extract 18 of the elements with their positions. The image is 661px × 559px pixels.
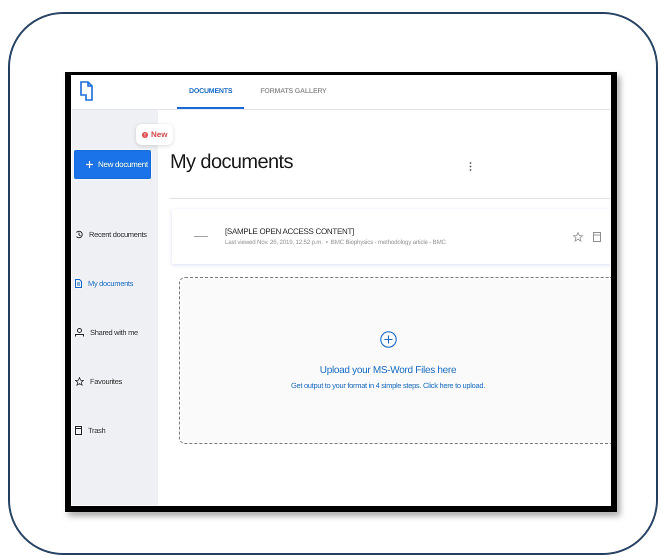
alert-icon <box>142 132 148 138</box>
document-icon <box>75 279 82 288</box>
document-logo-icon <box>79 81 93 101</box>
page-title: My documents <box>170 150 293 174</box>
star-icon <box>75 377 84 386</box>
add-circle-icon <box>380 331 396 348</box>
document-title: [SAMPLE OPEN ACCESS CONTENT] <box>225 227 355 236</box>
document-thumbnail-icon <box>194 235 208 238</box>
people-icon <box>75 328 84 337</box>
trash-icon[interactable] <box>593 232 601 242</box>
history-icon <box>75 230 83 239</box>
star-icon[interactable] <box>573 232 583 242</box>
new-badge: New <box>136 124 174 145</box>
plus-icon <box>86 161 93 168</box>
new-document-button[interactable]: New document <box>74 150 151 179</box>
trash-icon <box>75 426 82 435</box>
more-options-icon[interactable] <box>468 162 472 170</box>
upload-title: Upload your MS-Word Files here <box>320 365 456 376</box>
